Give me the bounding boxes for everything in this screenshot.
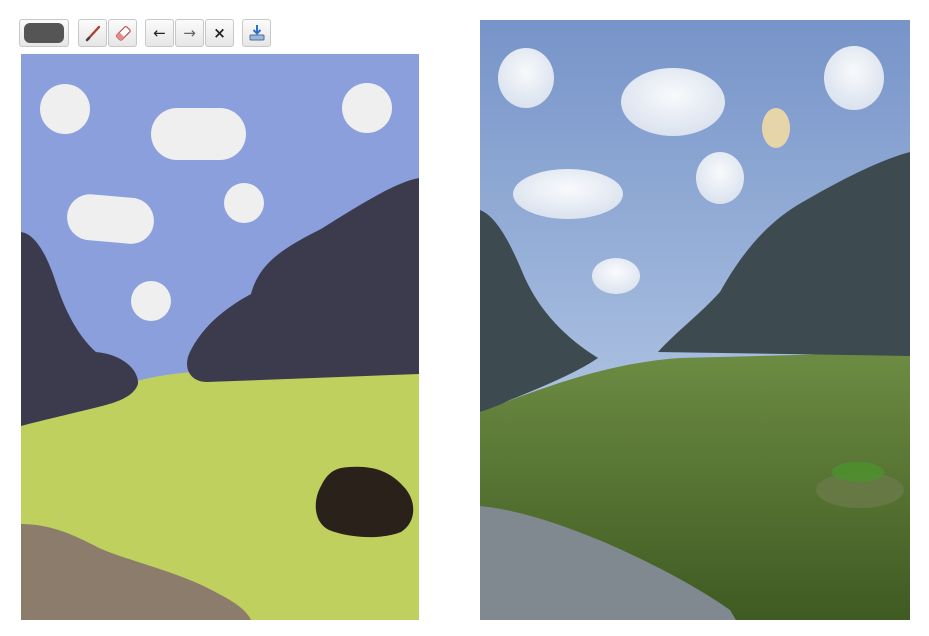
download-icon bbox=[249, 25, 264, 41]
brush-icon bbox=[85, 25, 100, 42]
photo-cloud bbox=[498, 48, 554, 108]
redo-button[interactable]: → bbox=[175, 19, 204, 47]
eraser-tool-button[interactable] bbox=[108, 19, 137, 47]
photo-cloud bbox=[592, 258, 640, 294]
clear-button[interactable]: × bbox=[205, 19, 234, 47]
cloud bbox=[342, 83, 392, 133]
photo-cloud bbox=[513, 169, 623, 219]
color-swatch-icon bbox=[24, 23, 64, 43]
cloud bbox=[40, 84, 90, 134]
undo-arrow-icon: ← bbox=[153, 24, 166, 42]
download-button[interactable] bbox=[242, 19, 271, 47]
color-picker-button[interactable] bbox=[19, 19, 69, 47]
photo-cloud bbox=[696, 152, 744, 204]
cloud bbox=[224, 183, 264, 223]
clear-x-icon: × bbox=[213, 24, 226, 42]
photo-shrub bbox=[832, 462, 884, 482]
photo-cloud bbox=[621, 68, 725, 136]
undo-button[interactable]: ← bbox=[145, 19, 174, 47]
redo-arrow-icon: → bbox=[183, 24, 196, 42]
cloud bbox=[131, 281, 171, 321]
generated-image bbox=[480, 20, 910, 620]
eraser-icon bbox=[115, 25, 131, 41]
photo-cloud bbox=[762, 108, 790, 148]
brush-tool-button[interactable] bbox=[78, 19, 107, 47]
cloud bbox=[151, 108, 246, 160]
drawing-canvas[interactable] bbox=[21, 54, 419, 620]
photo-cloud bbox=[824, 46, 884, 110]
